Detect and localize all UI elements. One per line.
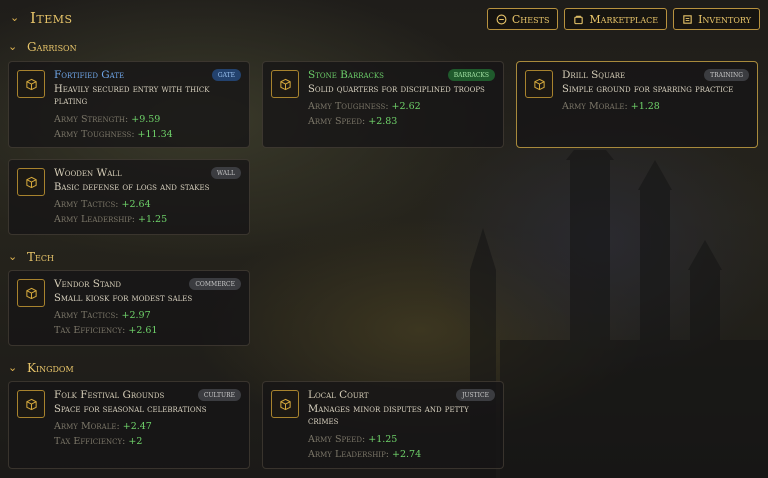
item-category-badge: wall: [210, 167, 241, 179]
item-stat: Army Speed: +2.83: [308, 116, 398, 127]
section-tech[interactable]: ⌄ Tech: [8, 250, 54, 264]
item-category-badge: training: [704, 69, 749, 81]
inventory-button-label: Inventory: [698, 12, 751, 26]
item-stat: Army Morale: +1.28: [562, 101, 660, 112]
cube-icon: [17, 168, 45, 196]
item-description: Manages minor disputes and petty crimes: [308, 404, 469, 427]
item-card-stone-barracks[interactable]: Stone Barracks barracks Solid quarters f…: [262, 61, 504, 148]
item-stat: Army Strength: +9.59: [54, 114, 161, 125]
marketplace-button-label: Marketplace: [589, 12, 659, 26]
items-title-label: Items: [30, 9, 73, 27]
items-title[interactable]: ⌄ Items: [10, 9, 73, 27]
chevron-down-icon: ⌄: [8, 361, 18, 374]
cube-icon: [271, 70, 299, 98]
item-name: Drill Square: [562, 69, 626, 81]
item-stat: Army Leadership: +2.74: [308, 449, 422, 460]
item-category-badge: barracks: [447, 69, 495, 81]
section-title: Garrison: [27, 40, 77, 54]
item-card-fortified-gate[interactable]: Fortified Gate gate Heavily secured entr…: [8, 61, 250, 148]
item-name: Stone Barracks: [308, 69, 384, 81]
item-name: Vendor Stand: [54, 278, 122, 290]
item-stat: Army Tactics: +2.64: [54, 199, 151, 210]
item-stat: Army Morale: +2.47: [54, 421, 152, 432]
chests-button-label: Chests: [511, 12, 550, 26]
top-button-group: Chests Marketplace Inventory: [486, 8, 760, 30]
item-card-vendor-stand[interactable]: Vendor Stand commerce Small kiosk for mo…: [8, 270, 250, 346]
item-card-wooden-wall[interactable]: Wooden Wall wall Basic defense of logs a…: [8, 159, 250, 235]
scroll-icon: [683, 14, 692, 24]
item-description: Small kiosk for modest sales: [54, 293, 193, 304]
item-stat: Army Toughness: +11.34: [54, 129, 173, 140]
items-header: ⌄ Items Chests Marketplace Inventory: [0, 0, 768, 38]
item-description: Solid quarters for disciplined troops: [308, 84, 485, 95]
item-card-drill-square[interactable]: Drill Square training Simple ground for …: [516, 61, 758, 148]
item-card-folk-festival-grounds[interactable]: Folk Festival Grounds culture Space for …: [8, 381, 250, 469]
cube-icon: [17, 70, 45, 98]
marketplace-button[interactable]: Marketplace: [564, 8, 668, 30]
item-name: Fortified Gate: [54, 69, 125, 81]
item-name: Wooden Wall: [54, 167, 122, 179]
item-description: Basic defense of logs and stakes: [54, 182, 210, 193]
item-stat: Army Tactics: +2.97: [54, 310, 151, 321]
inventory-button[interactable]: Inventory: [673, 8, 760, 30]
bag-icon: [574, 15, 584, 24]
cube-icon: [17, 390, 45, 418]
item-stat: Tax Efficiency: +2.61: [54, 325, 158, 336]
item-name: Folk Festival Grounds: [54, 389, 165, 401]
section-title: Tech: [27, 250, 54, 264]
cube-icon: [271, 390, 299, 418]
chevron-down-icon: ⌄: [10, 11, 20, 24]
item-category-badge: commerce: [189, 278, 241, 290]
chevron-down-icon: ⌄: [8, 40, 18, 53]
chevron-down-icon: ⌄: [8, 250, 18, 263]
section-title: Kingdom: [27, 361, 74, 375]
section-garrison[interactable]: ⌄ Garrison: [8, 40, 77, 54]
item-category-badge: culture: [197, 389, 241, 401]
item-description: Space for seasonal celebrations: [54, 404, 207, 415]
item-stat: Tax Efficiency: +2: [54, 436, 143, 447]
section-kingdom[interactable]: ⌄ Kingdom: [8, 361, 74, 375]
item-category-badge: justice: [456, 389, 495, 401]
item-name: Local Court: [308, 389, 369, 401]
cube-icon: [17, 279, 45, 307]
item-description: Simple ground for sparring practice: [562, 84, 734, 95]
item-stat: Army Toughness: +2.62: [308, 101, 421, 112]
coin-icon: [496, 14, 507, 24]
item-stat: Army Speed: +1.25: [308, 434, 398, 445]
item-category-badge: gate: [211, 69, 241, 81]
cube-icon: [525, 70, 553, 98]
chests-button[interactable]: Chests: [486, 8, 559, 30]
item-card-local-court[interactable]: Local Court justice Manages minor disput…: [262, 381, 504, 469]
item-stat: Army Leadership: +1.25: [54, 214, 168, 225]
item-description: Heavily secured entry with thick plating: [54, 84, 210, 107]
